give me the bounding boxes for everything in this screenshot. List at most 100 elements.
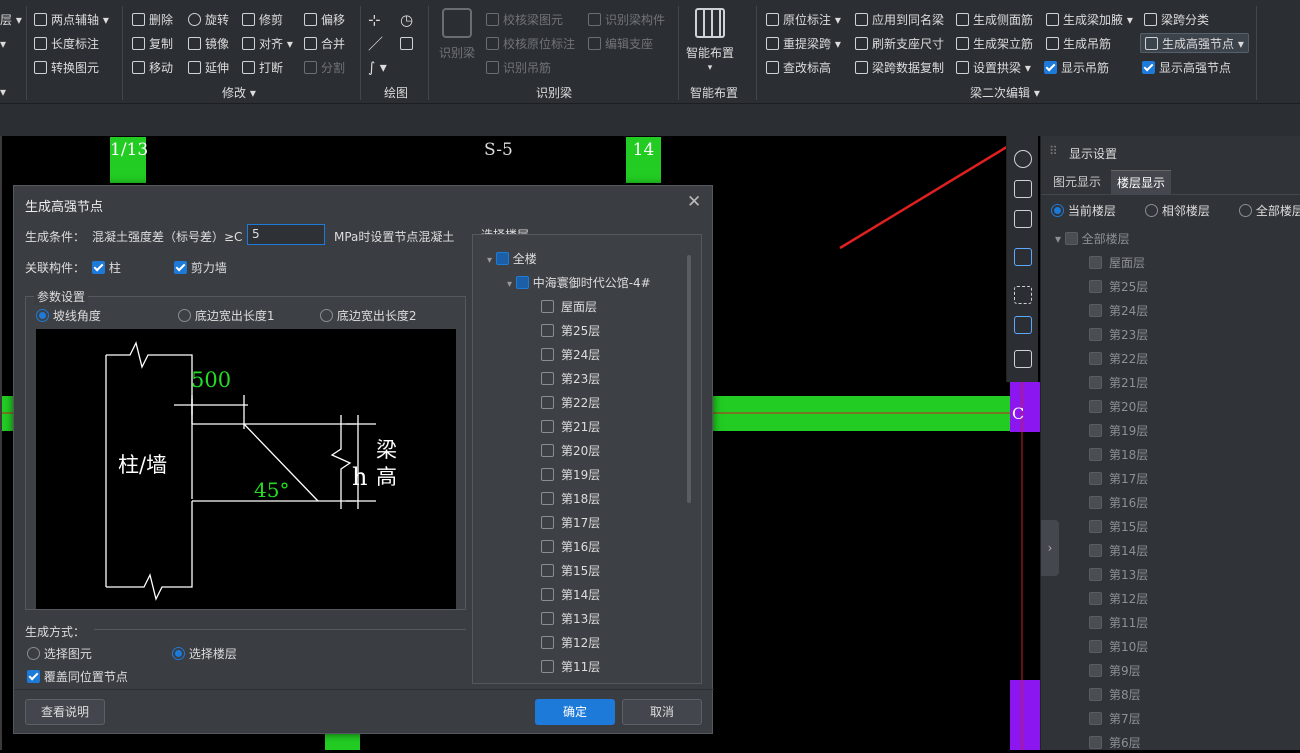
- in-situ-annotation-button[interactable]: 原位标注 ▾: [766, 10, 841, 30]
- strength-diff-input[interactable]: 5: [247, 224, 325, 245]
- copy-span-data-button[interactable]: 梁跨数据复制: [855, 58, 944, 78]
- scope-all-radio[interactable]: 全部楼层: [1239, 202, 1300, 219]
- param-slope-angle-radio[interactable]: 坡线角度: [36, 307, 101, 324]
- ribbon-dropdown-arrow[interactable]: ▾: [0, 82, 6, 102]
- apply-same-name-button[interactable]: 应用到同名梁: [855, 10, 944, 30]
- panel-floor-item[interactable]: 第9层: [1089, 661, 1141, 681]
- convert-element-button[interactable]: 转换图元: [34, 58, 99, 78]
- panel-floor-item[interactable]: 第23层: [1089, 325, 1148, 345]
- gen-high-strength-node-button[interactable]: 生成高强节点 ▾: [1140, 33, 1249, 53]
- panel-floor-item[interactable]: 第16层: [1089, 493, 1148, 513]
- scope-adjacent-radio[interactable]: 相邻楼层: [1145, 202, 1210, 219]
- report-icon[interactable]: [1014, 350, 1032, 368]
- panel-floor-item[interactable]: 第8层: [1089, 685, 1141, 705]
- panel-floor-item[interactable]: 第14层: [1089, 541, 1148, 561]
- hex-view-icon[interactable]: [1014, 316, 1032, 334]
- split-button[interactable]: 分割: [304, 58, 345, 78]
- gen-haunch-button[interactable]: 生成梁加腋 ▾: [1046, 10, 1133, 30]
- floor-checkbox-item[interactable]: 第25层: [541, 321, 600, 341]
- modify-group-label[interactable]: 修改 ▾: [222, 84, 256, 101]
- floor-checkbox-item[interactable]: 第17层: [541, 513, 600, 533]
- floor-checkbox-item[interactable]: 第12层: [541, 633, 600, 653]
- floor-checkbox-item[interactable]: 第24层: [541, 345, 600, 365]
- panel-floor-item[interactable]: 第6层: [1089, 733, 1141, 753]
- method-select-element-radio[interactable]: 选择图元: [27, 645, 92, 662]
- floor-checkbox-item[interactable]: 第14层: [541, 585, 600, 605]
- panel-floor-item[interactable]: 屋面层: [1089, 253, 1145, 273]
- arc-tool-icon[interactable]: ∫ ▾: [368, 58, 387, 78]
- tab-element-display[interactable]: 图元显示: [1047, 170, 1107, 194]
- orbit-icon[interactable]: [1014, 150, 1032, 168]
- mirror-button[interactable]: 镜像: [188, 34, 229, 54]
- panel-floor-item[interactable]: 第19层: [1089, 421, 1148, 441]
- panel-floor-item[interactable]: 第18层: [1089, 445, 1148, 465]
- tree-project-node[interactable]: ▾ 中海寰御时代公馆-4#: [507, 273, 651, 293]
- check-annotation-button[interactable]: 校核原位标注: [486, 34, 575, 54]
- panel-floor-item[interactable]: 第15层: [1089, 517, 1148, 537]
- floor-checkbox-item[interactable]: 第21层: [541, 417, 600, 437]
- panel-floor-item[interactable]: 第22层: [1089, 349, 1148, 369]
- 3d-view-icon[interactable]: [1014, 180, 1032, 198]
- refresh-support-button[interactable]: 刷新支座尺寸: [855, 34, 944, 54]
- copy-button[interactable]: 复制: [132, 34, 173, 54]
- align-button[interactable]: 对齐 ▾: [242, 34, 293, 54]
- method-select-floor-radio[interactable]: 选择楼层: [172, 645, 237, 662]
- move-button[interactable]: 移动: [132, 58, 173, 78]
- re-extract-span-button[interactable]: 重提梁跨 ▾: [766, 34, 841, 54]
- recognize-hanger-button[interactable]: 识别吊筋: [486, 58, 551, 78]
- floor-checkbox-item[interactable]: 第20层: [541, 441, 600, 461]
- panel-floor-item[interactable]: 第24层: [1089, 301, 1148, 321]
- param-bottom-width1-radio[interactable]: 底边宽出长度1: [178, 307, 274, 324]
- edit-elevation-button[interactable]: 查改标高: [766, 58, 831, 78]
- floor-checkbox-item[interactable]: 第11层: [541, 657, 600, 677]
- param-bottom-width2-radio[interactable]: 底边宽出长度2: [320, 307, 416, 324]
- panel-floor-item[interactable]: 第13层: [1089, 565, 1148, 585]
- show-high-strength-node-checkbox[interactable]: 显示高强节点: [1142, 58, 1231, 78]
- gen-hanger-button[interactable]: 生成吊筋: [1046, 34, 1111, 54]
- scope-current-radio[interactable]: 当前楼层: [1051, 202, 1116, 219]
- floor-checkbox-item[interactable]: 屋面层: [541, 297, 597, 317]
- ok-button[interactable]: 确定: [535, 699, 615, 725]
- tree-root[interactable]: ▾ 全部楼层: [1055, 230, 1130, 247]
- set-arch-beam-button[interactable]: 设置拱梁 ▾: [956, 58, 1031, 78]
- panel-floor-item[interactable]: 第17层: [1089, 469, 1148, 489]
- delete-button[interactable]: 删除: [132, 10, 173, 30]
- check-beam-button[interactable]: 校核梁图元: [486, 10, 563, 30]
- rotate-button[interactable]: 旋转: [188, 10, 229, 30]
- merge-button[interactable]: 合并: [304, 34, 345, 54]
- recognize-beam-component-button[interactable]: 识别梁构件: [588, 10, 665, 30]
- overwrite-node-checkbox[interactable]: 覆盖同位置节点: [27, 668, 128, 685]
- related-wall-checkbox[interactable]: 剪力墙: [174, 259, 227, 276]
- tab-floor-display[interactable]: 楼层显示: [1111, 170, 1172, 194]
- show-hanger-checkbox[interactable]: 显示吊筋: [1044, 58, 1109, 78]
- fit-view-icon[interactable]: [1014, 286, 1032, 304]
- smart-layout-button[interactable]: 智能布置 ▾: [684, 8, 736, 73]
- display-mode-icon[interactable]: [1014, 248, 1032, 266]
- point-tool-icon[interactable]: ⊹: [368, 10, 381, 30]
- gen-erect-rebar-button[interactable]: 生成架立筋: [956, 34, 1033, 54]
- gen-side-rebar-button[interactable]: 生成侧面筋: [956, 10, 1033, 30]
- extend-button[interactable]: 延伸: [188, 58, 229, 78]
- view-help-button[interactable]: 查看说明: [25, 699, 105, 725]
- trim-button[interactable]: 修剪: [242, 10, 283, 30]
- line-tool-icon[interactable]: ／: [368, 34, 383, 54]
- floor-checkbox-item[interactable]: 第16层: [541, 537, 600, 557]
- tree-all-node[interactable]: ▾ 全楼: [487, 249, 537, 269]
- rect-tool-icon[interactable]: [400, 34, 417, 54]
- recognize-beam-big-button[interactable]: 识别梁: [434, 8, 480, 61]
- panel-floor-item[interactable]: 第25层: [1089, 277, 1148, 297]
- floor-checkbox-item[interactable]: 第13层: [541, 609, 600, 629]
- two-point-axis-button[interactable]: 两点辅轴 ▾: [34, 10, 109, 30]
- cancel-button[interactable]: 取消: [622, 699, 702, 725]
- floor-checkbox-item[interactable]: 第23层: [541, 369, 600, 389]
- edit-support-button[interactable]: 编辑支座: [588, 34, 653, 54]
- panel-floor-item[interactable]: 第12层: [1089, 589, 1148, 609]
- ribbon-dropdown-arrow[interactable]: ▾: [0, 34, 6, 54]
- floor-checkbox-item[interactable]: 第18层: [541, 489, 600, 509]
- floor-tree-scrollbar[interactable]: [687, 255, 691, 503]
- related-column-checkbox[interactable]: 柱: [92, 259, 121, 276]
- panel-grip-icon[interactable]: ⠿: [1049, 144, 1058, 158]
- panel-floor-item[interactable]: 第10层: [1089, 637, 1148, 657]
- panel-collapse-handle[interactable]: ›: [1041, 520, 1059, 576]
- panel-floor-item[interactable]: 第21层: [1089, 373, 1148, 393]
